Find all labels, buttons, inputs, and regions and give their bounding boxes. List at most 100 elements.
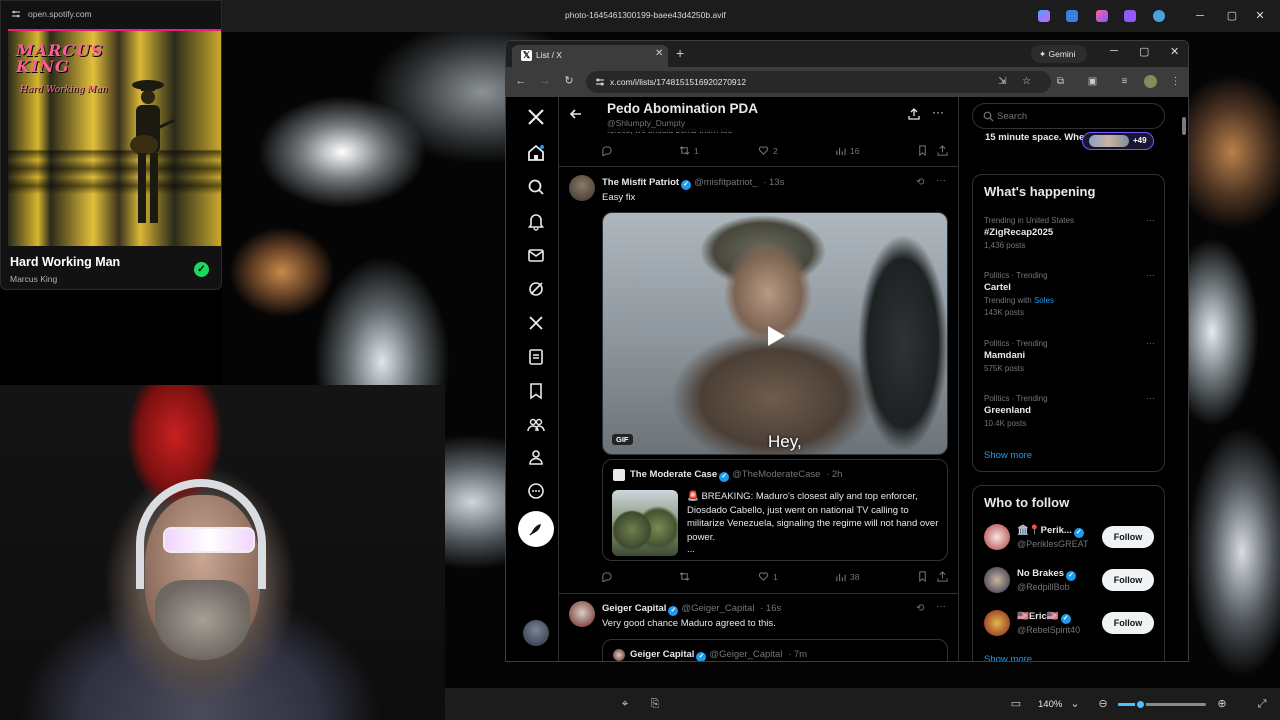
fullscreen-icon[interactable]: ⤢ [1255,697,1269,711]
zoom-in-icon[interactable]: ⊕ [1215,697,1229,711]
page-scrollbar[interactable] [1180,97,1188,661]
album-art[interactable]: MARCUS KING Hard Working Man [8,29,221,246]
tweet-author[interactable]: Geiger Capital ✓ @Geiger_Capital · 16s [602,603,781,616]
reload-icon[interactable]: ↻ [562,74,576,88]
quoted-tweet[interactable]: Geiger Capital ✓ @Geiger_Capital · 7m [602,639,948,661]
liked-check-icon[interactable]: ✓ [194,262,209,277]
address-bar[interactable]: x.com/i/lists/1748151516920270912 ⇲ ☆ [586,71,1051,93]
tab-close-icon[interactable]: ✕ [655,48,663,59]
zoom-dropdown-icon[interactable]: ⌄ [1068,697,1082,711]
trend-more-icon[interactable]: ··· [1146,215,1155,225]
trend-item[interactable]: Politics · Trending Greenland 10.4K post… [984,393,1159,430]
x-logo-icon[interactable] [526,107,546,127]
tweet-more-icon[interactable]: ··· [936,601,946,612]
play-icon[interactable] [766,325,786,347]
avatar[interactable] [569,175,595,201]
lists-icon[interactable] [526,347,546,367]
messages-icon[interactable] [526,245,546,265]
close-icon[interactable]: ✕ [1252,8,1268,24]
trend-more-icon[interactable]: ··· [1146,338,1155,348]
show-more-link[interactable]: Show more [984,450,1032,461]
grok-icon[interactable] [526,279,546,299]
bookmark-button[interactable] [917,145,928,156]
tab-list-x[interactable]: 𝕏 List / X ✕ [512,45,668,67]
zoom-out-icon[interactable]: ⊖ [1096,697,1110,711]
avatar[interactable] [984,610,1010,636]
follow-suggestion[interactable]: 🇺🇸Eric🇺🇸 ✓ @RebelSpirit40 Follow [984,610,1159,640]
explore-icon[interactable] [526,177,546,197]
split-view-icon[interactable]: ▣ [1086,75,1099,88]
tweet-media-gif[interactable]: GIF Hey, [602,212,948,455]
avatar[interactable] [984,524,1010,550]
avatar[interactable] [984,567,1010,593]
gemini-button[interactable]: ✦ Gemini [1031,45,1087,63]
follow-button[interactable]: Follow [1102,526,1154,548]
install-app-icon[interactable]: ⇲ [996,75,1009,88]
copilot-icon[interactable] [1038,10,1050,22]
views-button[interactable]: 16 [835,145,859,156]
more-options-icon[interactable] [526,481,546,501]
repost-button[interactable]: 1 [679,145,699,156]
list-owner-handle[interactable]: @Shlumpty_Dumpty [607,118,685,128]
zoom-slider[interactable] [1118,699,1206,710]
text-extract-icon[interactable]: ⎘ [648,697,662,711]
zoom-slider-thumb[interactable] [1135,699,1146,710]
like-button[interactable]: 1 [758,571,778,582]
browser-maximize-icon[interactable]: ▢ [1139,45,1149,58]
notifications-icon[interactable] [526,211,546,231]
compose-post-button[interactable] [518,511,554,547]
tweet-more-icon[interactable]: ··· [936,175,946,186]
media-controls-icon[interactable]: ≡ [1118,75,1131,88]
reply-button[interactable] [601,145,612,156]
show-more-link[interactable]: Show more [984,654,1032,661]
back-icon[interactable]: ← [514,74,528,88]
maximize-icon[interactable]: ▢ [1224,8,1240,24]
share-icon[interactable] [908,108,920,120]
trend-item[interactable]: Trending in United States #ZigRecap2025 … [984,215,1159,252]
share-button[interactable] [937,571,948,582]
follow-suggestion[interactable]: 🏛️📍Perik... ✓ @PeriklesGREAT Follow [984,524,1159,554]
communities-icon[interactable] [526,415,546,435]
follow-button[interactable]: Follow [1102,569,1154,591]
trend-more-icon[interactable]: ··· [1146,270,1155,280]
minimize-icon[interactable]: ─ [1192,8,1208,24]
scroll-thumb[interactable] [1182,117,1186,135]
follow-suggestion[interactable]: No Brakes ✓ @RedpillBob Follow [984,567,1159,597]
browser-close-icon[interactable]: ✕ [1170,45,1179,58]
app-icon[interactable] [1066,10,1078,22]
space-listeners[interactable]: +49 [1082,132,1154,150]
repost-button[interactable] [679,571,690,582]
site-settings-icon[interactable] [11,9,21,19]
grok-explain-icon[interactable]: ⟲ [916,177,924,188]
trend-item[interactable]: Politics · Trending Cartel Trending with… [984,270,1159,319]
bookmark-star-icon[interactable]: ☆ [1020,75,1033,88]
trend-more-icon[interactable]: ··· [1146,393,1155,403]
account-avatar[interactable] [523,620,549,646]
designer-icon[interactable] [1096,10,1108,22]
search-input[interactable]: Search [972,103,1165,129]
song-title[interactable]: Hard Working Man [10,255,120,269]
reply-button[interactable] [601,571,612,582]
browser-menu-icon[interactable]: ⋮ [1169,75,1182,88]
follow-button[interactable]: Follow [1102,612,1154,634]
profile-nav-icon[interactable] [526,447,546,467]
new-tab-icon[interactable]: + [676,45,684,61]
trend-item[interactable]: Politics · Trending Mamdani 575K posts ·… [984,338,1159,375]
like-button[interactable]: 2 [758,145,778,156]
more-horizontal-icon[interactable]: ··· [932,105,944,119]
trend-with-value[interactable]: Soles [1034,296,1054,305]
home-icon[interactable] [526,143,546,163]
fit-window-icon[interactable]: ▭ [1009,697,1023,711]
grok-explain-icon[interactable]: ⟲ [916,603,924,614]
browser-minimize-icon[interactable]: ─ [1110,45,1118,57]
premium-x-icon[interactable] [526,313,546,333]
profile-icon[interactable] [1144,75,1157,88]
visual-search-icon[interactable]: ⌖ [618,697,632,711]
tweet-author[interactable]: The Misfit Patriot ✓ @misfitpatriot_ · 13s [602,177,784,190]
bookmark-button[interactable] [917,571,928,582]
zoom-level[interactable]: 140% [1038,699,1062,710]
site-info-icon[interactable] [594,76,606,88]
back-arrow-icon[interactable] [569,107,583,121]
forward-icon[interactable]: → [538,74,552,88]
bookmarks-icon[interactable] [526,381,546,401]
